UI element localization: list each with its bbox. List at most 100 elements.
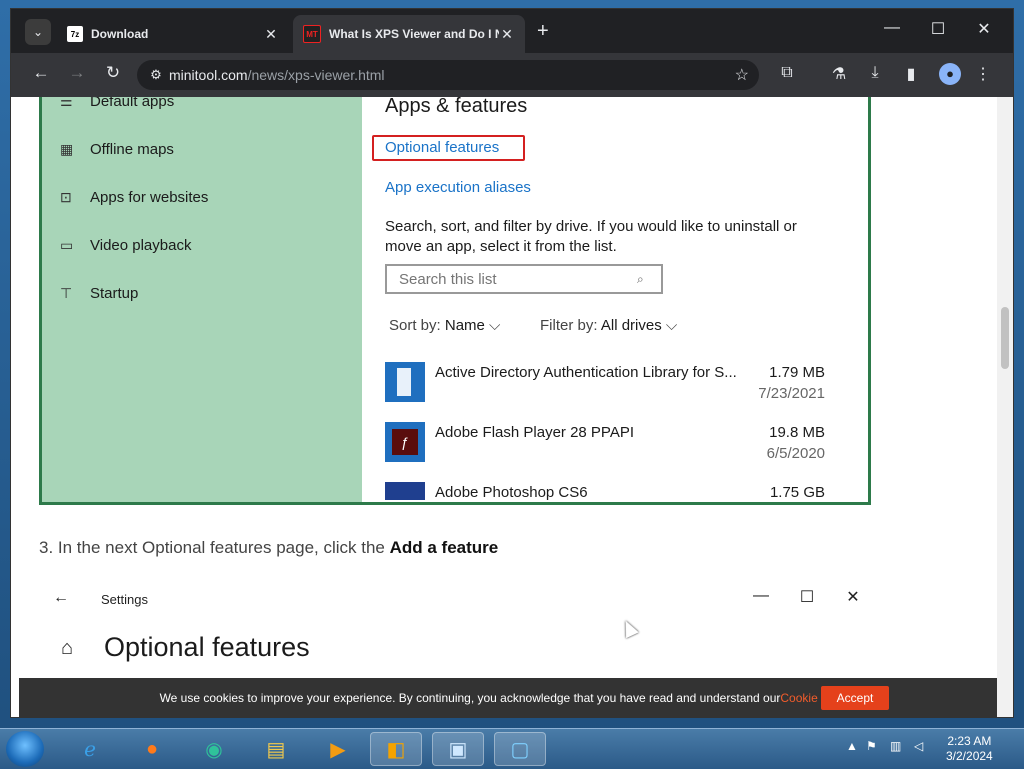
settings-sidebar: ☰ Default apps ▦ Offline maps ⊡ Apps for we… xyxy=(42,97,362,502)
map-icon: ▦ xyxy=(60,141,74,157)
pane-title: Apps & features xyxy=(385,97,528,117)
volume-muted-icon[interactable]: ◁ xyxy=(914,739,923,753)
search-icon: ⌕ xyxy=(637,271,644,286)
settings-title: Settings xyxy=(101,592,148,607)
sidebar-item-label: Default apps xyxy=(90,97,175,110)
close-tab-icon[interactable]: ✕ xyxy=(499,26,515,43)
edge-icon[interactable]: ◉ xyxy=(188,732,240,766)
browser-window: ⌄ 7z Download ✕ MT What Is XPS Viewer an… xyxy=(10,8,1014,718)
tab-download[interactable]: 7z Download ✕ xyxy=(57,15,289,53)
list-item: Active Directory Authentication Library … xyxy=(385,362,825,412)
tab-strip: ⌄ 7z Download ✕ MT What Is XPS Viewer an… xyxy=(11,9,1013,53)
flash-app-icon: ƒ xyxy=(385,422,425,462)
close-tab-icon[interactable]: ✕ xyxy=(263,26,279,43)
clock-time: 2:23 AM xyxy=(947,734,992,748)
search-list-input xyxy=(397,269,637,289)
app-name: Adobe Flash Player 28 PPAPI xyxy=(435,424,634,441)
tab-label: What Is XPS Viewer and Do I Need It xyxy=(329,27,499,41)
filter-label: Filter by: xyxy=(540,317,598,334)
tab-label: Download xyxy=(91,27,149,41)
close-window-icon[interactable]: ✕ xyxy=(969,19,999,39)
list-item: ƒ Adobe Flash Player 28 PPAPI 19.8 MB 6/… xyxy=(385,422,825,472)
article-screenshot-apps-features: ☰ Default apps ▦ Offline maps ⊡ Apps for we… xyxy=(39,97,871,505)
url-path: /news/xps-viewer.html xyxy=(247,67,385,83)
sidebar-item-label: Video playback xyxy=(90,237,192,254)
new-tab-icon[interactable]: + xyxy=(537,20,549,43)
tab-search-button[interactable]: ⌄ xyxy=(25,19,51,45)
show-hidden-icons-icon[interactable]: ▲ xyxy=(846,739,858,753)
media-player-icon[interactable]: ▶ xyxy=(312,732,364,766)
app-size: 19.8 MB xyxy=(769,424,825,441)
monitor-app-icon[interactable]: ▢ xyxy=(494,732,546,766)
url-domain: minitool.com xyxy=(169,67,248,83)
side-panel-icon[interactable]: ▮ xyxy=(899,64,923,84)
file-explorer-icon[interactable]: ▤ xyxy=(250,732,302,766)
7zip-taskbar-icon[interactable]: ◧ xyxy=(370,732,422,766)
action-center-flag-icon[interactable]: ⚑ xyxy=(866,739,877,753)
minitool-favicon-icon: MT xyxy=(303,25,321,43)
page-content: ☰ Default apps ▦ Offline maps ⊡ Apps for we… xyxy=(11,97,999,717)
list-item: Adobe Photoshop CS6 1.75 GB xyxy=(385,482,825,500)
site-info-icon[interactable]: ⚙ xyxy=(143,67,169,83)
startup-icon: ⊤ xyxy=(60,285,73,301)
back-icon[interactable]: ← xyxy=(29,63,53,83)
taskbar: ℯ ● ◉ ▤ ▶ ◧ ▣ ▢ ▲ ⚑ ▥ ◁ 2:23 AM 3/2/2024 xyxy=(0,728,1024,769)
maximize-icon[interactable]: ☐ xyxy=(923,19,953,39)
download-icon[interactable]: ⤓ xyxy=(863,64,887,82)
maximize-icon: ☐ xyxy=(799,589,815,606)
list-icon: ☰ xyxy=(60,97,73,109)
filter-value: All drives xyxy=(600,317,662,334)
sidebar-item-label: Startup xyxy=(90,285,139,302)
chevron-down-icon: ⌵ xyxy=(665,317,678,334)
app-name: Active Directory Authentication Library … xyxy=(435,364,737,381)
network-icon[interactable]: ▥ xyxy=(890,739,901,753)
server-app-icon xyxy=(385,362,425,402)
control-panel-icon[interactable]: ▣ xyxy=(432,732,484,766)
internet-explorer-icon[interactable]: ℯ xyxy=(64,732,116,766)
cookie-banner: We use cookies to improve your experienc… xyxy=(19,678,997,717)
search-list-box: ⌕ xyxy=(385,264,663,294)
sort-label: Sort by: xyxy=(389,317,441,334)
sort-value: Name xyxy=(444,317,485,334)
profile-avatar-icon[interactable]: ● xyxy=(939,63,961,85)
app-date: 6/5/2020 xyxy=(766,445,825,462)
7z-icon: 7z xyxy=(67,26,83,42)
step-text: 3. In the next Optional features page, c… xyxy=(39,538,390,557)
extensions-icon[interactable]: ⧉ xyxy=(775,64,799,82)
optional-features-link: Optional features xyxy=(385,139,500,156)
sidebar-item-startup: ⊤ Startup xyxy=(60,285,138,302)
open-box-icon: ⊡ xyxy=(60,189,72,205)
url-text[interactable]: minitool.com/news/xps-viewer.html xyxy=(169,67,385,83)
minimize-icon: — xyxy=(753,587,769,604)
system-clock[interactable]: 2:23 AM 3/2/2024 xyxy=(946,734,993,764)
cookie-text: We use cookies to improve your experienc… xyxy=(159,691,781,705)
app-size: 1.75 GB xyxy=(769,484,825,500)
app-name: Adobe Photoshop CS6 xyxy=(435,484,588,500)
step-instruction: 3. In the next Optional features page, c… xyxy=(39,538,498,558)
start-button[interactable] xyxy=(6,731,44,767)
video-icon: ▭ xyxy=(60,237,74,253)
app-execution-aliases-link: App execution aliases xyxy=(385,179,531,196)
app-size: 1.79 MB xyxy=(769,364,825,381)
sidebar-item-video-playback: ▭ Video playback xyxy=(60,237,191,254)
address-bar[interactable]: ⚙ minitool.com/news/xps-viewer.html ☆ xyxy=(137,60,759,90)
close-icon: ✕ xyxy=(846,589,860,606)
sort-by-dropdown: Sort by: Name ⌵ xyxy=(389,317,500,334)
labs-flask-icon[interactable]: ⚗ xyxy=(827,64,851,84)
sidebar-item-label: Apps for websites xyxy=(90,189,209,206)
forward-icon[interactable]: → xyxy=(65,63,89,83)
browser-toolbar: ← → ↻ ⚙ minitool.com/news/xps-viewer.htm… xyxy=(11,53,1013,97)
bookmark-star-icon[interactable]: ☆ xyxy=(735,65,749,85)
accept-cookies-button[interactable]: Accept xyxy=(821,686,889,710)
scrollbar-thumb[interactable] xyxy=(1001,307,1009,369)
reload-icon[interactable]: ↻ xyxy=(101,63,125,83)
app-date: 7/23/2021 xyxy=(758,385,825,402)
page-scrollbar[interactable] xyxy=(997,97,1013,717)
clock-date: 3/2/2024 xyxy=(946,749,993,763)
minimize-icon[interactable]: — xyxy=(877,19,907,37)
photoshop-app-icon xyxy=(385,482,425,500)
menu-kebab-icon[interactable]: ⋮ xyxy=(971,64,995,84)
firefox-icon[interactable]: ● xyxy=(126,732,178,766)
tab-xps-viewer[interactable]: MT What Is XPS Viewer and Do I Need It ✕ xyxy=(293,15,525,53)
back-arrow-icon: ← xyxy=(53,589,69,606)
